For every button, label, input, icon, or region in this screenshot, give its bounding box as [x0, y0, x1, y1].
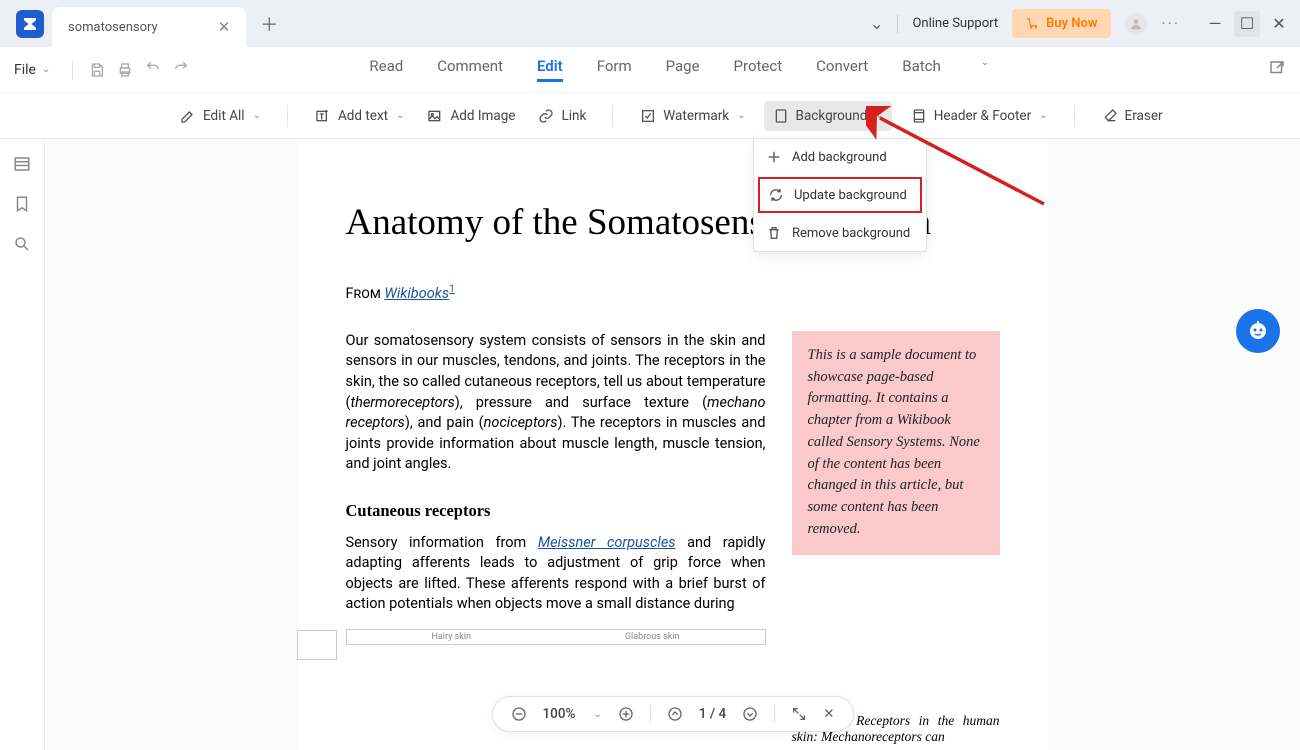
ai-assistant-button[interactable] — [1236, 309, 1280, 353]
user-avatar[interactable] — [1125, 13, 1147, 35]
close-button[interactable]: ✕ — [1266, 11, 1292, 37]
chevron-down-icon: ⌄ — [253, 110, 261, 121]
left-sidebar — [0, 139, 45, 750]
meissner-link[interactable]: Meissner corpuscles — [538, 534, 676, 551]
thumbnails-icon[interactable] — [13, 155, 31, 177]
text-icon — [314, 107, 332, 125]
tab-form[interactable]: Form — [597, 57, 632, 82]
chevron-down-icon: ⌄ — [737, 110, 745, 121]
chevron-down-icon: ⌄ — [396, 110, 404, 121]
note-box: This is a sample document to showcase pa… — [792, 331, 1000, 555]
tab-read[interactable]: Read — [369, 57, 403, 82]
new-tab-button[interactable]: ＋ — [260, 11, 278, 37]
next-page-button[interactable] — [742, 706, 758, 722]
eraser-icon — [1101, 107, 1119, 125]
fullscreen-button[interactable] — [791, 706, 807, 722]
footnote-1[interactable]: 1 — [449, 284, 455, 295]
paragraph-2: Sensory information from Meissner corpus… — [346, 533, 766, 615]
chevron-down-icon: ⌄ — [875, 110, 883, 121]
tab-title: somatosensory — [68, 20, 158, 35]
from-line: From Wikibooks1 — [346, 284, 1000, 303]
paragraph-1: Our somatosensory system consists of sen… — [346, 331, 766, 475]
remove-background-item[interactable]: Remove background — [754, 215, 926, 251]
window-controls: — ☐ ✕ — [1202, 11, 1292, 37]
watermark-icon — [639, 107, 657, 125]
menubar: File ⌄ Read Comment Edit Form Page Prote… — [0, 47, 1300, 93]
cart-icon — [1026, 17, 1040, 31]
document-page: Anatomy of the Somatosensory System From… — [298, 139, 1048, 750]
image-icon — [426, 107, 444, 125]
buy-label: Buy Now — [1046, 16, 1097, 31]
maximize-button[interactable]: ☐ — [1234, 11, 1260, 37]
chevron-down-icon: ⌄ — [42, 64, 50, 75]
document-canvas[interactable]: Anatomy of the Somatosensory System From… — [45, 139, 1300, 750]
search-icon[interactable] — [13, 235, 31, 257]
figure-labels: Hairy skin Glabrous skin — [346, 629, 766, 645]
zoom-level: 100% — [543, 706, 576, 722]
tab-batch[interactable]: Batch — [902, 57, 941, 82]
more-menu-icon[interactable]: ··· — [1161, 14, 1180, 33]
eraser-button[interactable]: Eraser — [1097, 101, 1167, 131]
pencil-icon — [179, 107, 197, 125]
status-bar: 100% ⌄ 1 / 4 ✕ — [492, 696, 854, 732]
online-support-link[interactable]: Online Support — [912, 16, 998, 31]
chevron-down-icon: ⌄ — [1039, 110, 1047, 121]
edit-all-button[interactable]: Edit All ⌄ — [175, 101, 265, 131]
right-column: This is a sample document to showcase pa… — [792, 331, 1000, 745]
add-image-button[interactable]: Add Image — [422, 101, 519, 131]
left-column: Our somatosensory system consists of sen… — [346, 331, 766, 745]
page-icon — [772, 107, 790, 125]
add-text-button[interactable]: Add text ⌄ — [310, 101, 408, 131]
tab-convert[interactable]: Convert — [816, 57, 868, 82]
share-icon[interactable] — [1268, 59, 1286, 81]
zoom-out-button[interactable] — [511, 706, 527, 722]
main-tabs: Read Comment Edit Form Page Protect Conv… — [369, 57, 989, 82]
print-icon[interactable] — [117, 60, 133, 80]
file-menu[interactable]: File ⌄ — [14, 62, 50, 78]
refresh-icon — [768, 187, 784, 203]
buy-now-button[interactable]: Buy Now — [1012, 9, 1111, 38]
chevron-down-icon[interactable]: ⌄ — [870, 14, 883, 33]
titlebar: somatosensory ✕ ＋ ⌄ Online Support Buy N… — [0, 0, 1300, 47]
tab-protect[interactable]: Protect — [734, 57, 783, 82]
zoom-in-button[interactable] — [618, 706, 634, 722]
background-button[interactable]: Background ⌄ — [764, 101, 892, 131]
plus-icon — [766, 149, 782, 165]
link-icon — [537, 107, 555, 125]
tab-page[interactable]: Page — [666, 57, 700, 82]
background-dropdown: Add background Update background Remove … — [753, 139, 927, 252]
edit-toolbar: Edit All ⌄ Add text ⌄ Add Image Link Wat… — [0, 93, 1300, 139]
tab-comment[interactable]: Comment — [437, 57, 503, 82]
save-icon[interactable] — [89, 60, 105, 80]
page-indicator: 1 / 4 — [699, 706, 726, 722]
link-button[interactable]: Link — [533, 101, 590, 131]
chevron-down-icon[interactable]: ⌄ — [593, 709, 601, 720]
subheading: Cutaneous receptors — [346, 501, 766, 521]
workspace: Anatomy of the Somatosensory System From… — [0, 139, 1300, 750]
redo-icon[interactable] — [173, 60, 189, 80]
close-statusbar-button[interactable]: ✕ — [823, 706, 834, 722]
header-footer-icon — [910, 107, 928, 125]
bookmark-icon[interactable] — [13, 195, 31, 217]
watermark-button[interactable]: Watermark ⌄ — [635, 101, 749, 131]
tab-close-button[interactable]: ✕ — [218, 18, 231, 36]
divider — [897, 15, 898, 33]
header-footer-button[interactable]: Header & Footer ⌄ — [906, 101, 1052, 131]
undo-icon[interactable] — [145, 60, 161, 80]
chevron-down-icon[interactable]: ⌄ — [981, 57, 989, 82]
document-tab[interactable]: somatosensory ✕ — [52, 7, 246, 47]
prev-page-button[interactable] — [667, 706, 683, 722]
tab-edit[interactable]: Edit — [537, 57, 563, 82]
trash-icon — [766, 225, 782, 241]
app-logo — [16, 10, 44, 38]
quick-actions — [68, 60, 189, 80]
update-background-item[interactable]: Update background — [758, 177, 922, 213]
wikibooks-link[interactable]: Wikibooks — [384, 285, 449, 302]
titlebar-right: ⌄ Online Support Buy Now ··· — ☐ ✕ — [870, 9, 1292, 38]
add-background-item[interactable]: Add background — [754, 139, 926, 175]
minimize-button[interactable]: — — [1202, 11, 1228, 37]
